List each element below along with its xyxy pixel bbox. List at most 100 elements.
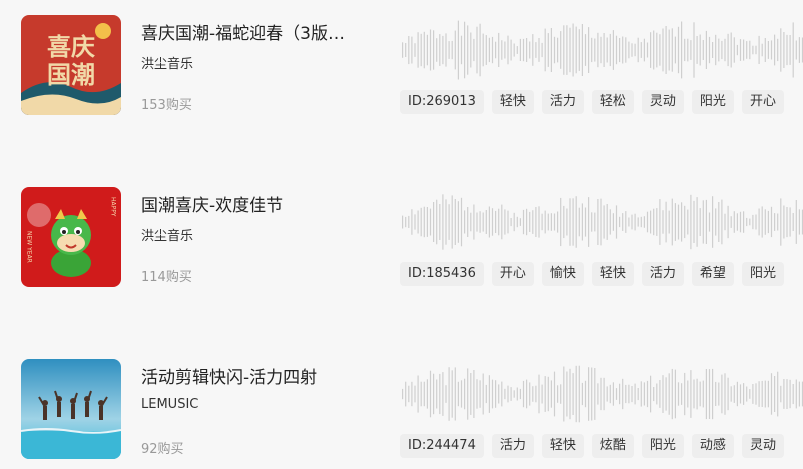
waveform-bar bbox=[544, 376, 546, 412]
waveform-bar bbox=[557, 385, 559, 403]
tag[interactable]: 活力 bbox=[541, 90, 584, 114]
waveform-bar bbox=[451, 370, 453, 418]
album-cover[interactable]: 喜庆 国潮 bbox=[21, 15, 121, 115]
waveform-bar bbox=[699, 208, 701, 236]
waveform-bar bbox=[572, 23, 574, 77]
waveform-bar bbox=[439, 204, 441, 240]
waveform-bar bbox=[721, 199, 723, 245]
waveform-bar bbox=[547, 376, 549, 412]
waveform-bar bbox=[473, 38, 475, 62]
waveform[interactable] bbox=[400, 363, 803, 425]
waveform-bar bbox=[408, 215, 410, 228]
tag[interactable]: 动感 bbox=[691, 434, 734, 458]
waveform-bar bbox=[498, 384, 500, 404]
track-item[interactable]: 活动剪辑快闪-活力四射 LEMUSIC 92购买 ID:244474 活力 轻快… bbox=[0, 359, 803, 469]
track-title[interactable]: 喜庆国潮-福蛇迎春（3版… bbox=[141, 19, 345, 44]
waveform-bar bbox=[516, 46, 518, 54]
waveform-bar bbox=[656, 383, 658, 405]
tag[interactable]: 开心 bbox=[741, 90, 784, 114]
waveform-bar bbox=[789, 207, 791, 237]
album-cover[interactable] bbox=[21, 359, 121, 459]
waveform-bar bbox=[721, 374, 723, 414]
tag[interactable]: 轻快 bbox=[591, 262, 634, 286]
waveform-bar bbox=[792, 213, 794, 231]
waveform-bar bbox=[767, 41, 769, 59]
track-title[interactable]: 活动剪辑快闪-活力四射 bbox=[141, 363, 317, 388]
tag[interactable]: 灵动 bbox=[641, 90, 684, 114]
tag[interactable]: 阳光 bbox=[641, 434, 684, 458]
tag[interactable]: 活力 bbox=[641, 262, 684, 286]
waveform-bar bbox=[743, 211, 745, 233]
waveform-bar bbox=[485, 35, 487, 65]
waveform-bar bbox=[783, 205, 785, 239]
waveform-bar bbox=[761, 206, 763, 238]
waveform-bar bbox=[553, 36, 556, 64]
tag[interactable]: 愉快 bbox=[541, 262, 584, 286]
waveform-bar bbox=[696, 197, 698, 247]
waveform-bar bbox=[631, 386, 633, 403]
track-title[interactable]: 国潮喜庆-欢度佳节 bbox=[141, 191, 283, 216]
waveform-bar bbox=[433, 373, 435, 415]
waveform-bar bbox=[715, 208, 717, 236]
waveform-bar bbox=[770, 40, 773, 60]
tag[interactable]: 开心 bbox=[491, 262, 534, 286]
track-item[interactable]: HAPPY NEW YEAR 国潮喜庆-欢度佳节 洪尘音乐 114购买 ID:1… bbox=[0, 187, 803, 297]
waveform-bar bbox=[560, 197, 562, 247]
waveform-bar bbox=[671, 198, 673, 246]
tag[interactable]: 阳光 bbox=[741, 262, 784, 286]
waveform-bar bbox=[411, 36, 413, 64]
waveform-bar bbox=[777, 213, 779, 231]
waveform-bar bbox=[650, 210, 652, 234]
track-artist[interactable]: 洪尘音乐 bbox=[141, 225, 193, 244]
waveform-bar bbox=[650, 32, 652, 68]
waveform-bar bbox=[659, 380, 661, 408]
tag[interactable]: 希望 bbox=[691, 262, 734, 286]
waveform[interactable] bbox=[400, 19, 803, 81]
track-item[interactable]: 喜庆 国潮 喜庆国潮-福蛇迎春（3版… 洪尘音乐 153购买 ID:269013… bbox=[0, 15, 803, 125]
waveform-bar bbox=[690, 370, 692, 418]
waveform-bar bbox=[572, 373, 574, 415]
waveform-bar bbox=[454, 30, 456, 70]
waveform-bar bbox=[628, 217, 630, 227]
waveform-bar bbox=[538, 374, 540, 414]
waveform-bar bbox=[696, 378, 698, 410]
waveform-bar bbox=[535, 42, 537, 58]
waveform-bar bbox=[510, 39, 512, 61]
waveform-bar bbox=[488, 37, 490, 63]
waveform-bar bbox=[522, 38, 525, 62]
album-cover[interactable]: HAPPY NEW YEAR bbox=[21, 187, 121, 287]
tag[interactable]: 灵动 bbox=[741, 434, 784, 458]
tag[interactable]: 活力 bbox=[491, 434, 534, 458]
waveform-bar bbox=[516, 216, 518, 228]
waveform-bar bbox=[588, 367, 590, 421]
waveform-bar bbox=[603, 205, 605, 239]
waveform-bar bbox=[736, 381, 738, 407]
waveform-bar bbox=[584, 207, 587, 237]
waveform-bar bbox=[426, 34, 428, 66]
tag[interactable]: 炫酷 bbox=[591, 434, 634, 458]
waveform-bar bbox=[606, 386, 608, 402]
waveform-bar bbox=[454, 367, 456, 421]
waveform[interactable] bbox=[400, 191, 803, 253]
waveform-bar bbox=[529, 382, 531, 406]
tag[interactable]: 阳光 bbox=[691, 90, 734, 114]
waveform-bar bbox=[693, 22, 695, 78]
waveform-bar bbox=[594, 368, 596, 420]
purchase-count: 153购买 bbox=[141, 98, 192, 113]
tag[interactable]: 轻快 bbox=[491, 90, 534, 114]
waveform-bar bbox=[767, 210, 769, 234]
waveform-bar bbox=[402, 388, 404, 400]
waveform-bar bbox=[445, 33, 447, 67]
track-id-tag: ID:269013 bbox=[400, 90, 484, 114]
waveform-bar bbox=[733, 37, 735, 63]
waveform-bar bbox=[482, 33, 484, 67]
waveform-bar bbox=[770, 373, 773, 415]
waveform-bar bbox=[733, 385, 735, 403]
track-artist[interactable]: 洪尘音乐 bbox=[141, 53, 193, 72]
tag[interactable]: 轻快 bbox=[541, 434, 584, 458]
waveform-bar bbox=[575, 365, 577, 423]
tag[interactable]: 轻松 bbox=[591, 90, 634, 114]
track-artist[interactable]: LEMUSIC bbox=[141, 397, 198, 412]
waveform-bar bbox=[625, 211, 627, 233]
waveform-bar bbox=[603, 377, 605, 411]
